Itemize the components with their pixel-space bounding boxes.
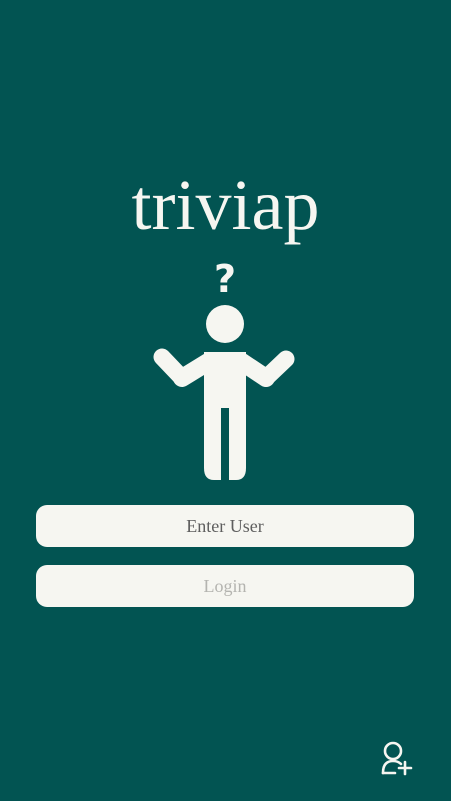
person-head (206, 305, 244, 343)
add-user-icon[interactable] (380, 740, 414, 776)
person-right-hand (257, 350, 295, 387)
confused-person-icon: ? (153, 258, 295, 482)
person-left-hand (153, 348, 191, 387)
question-mark: ? (214, 258, 236, 301)
person-leg-gap (221, 408, 229, 482)
app-title: triviap (131, 165, 320, 245)
user-input[interactable] (36, 505, 414, 547)
login-button[interactable]: Login (36, 565, 414, 607)
